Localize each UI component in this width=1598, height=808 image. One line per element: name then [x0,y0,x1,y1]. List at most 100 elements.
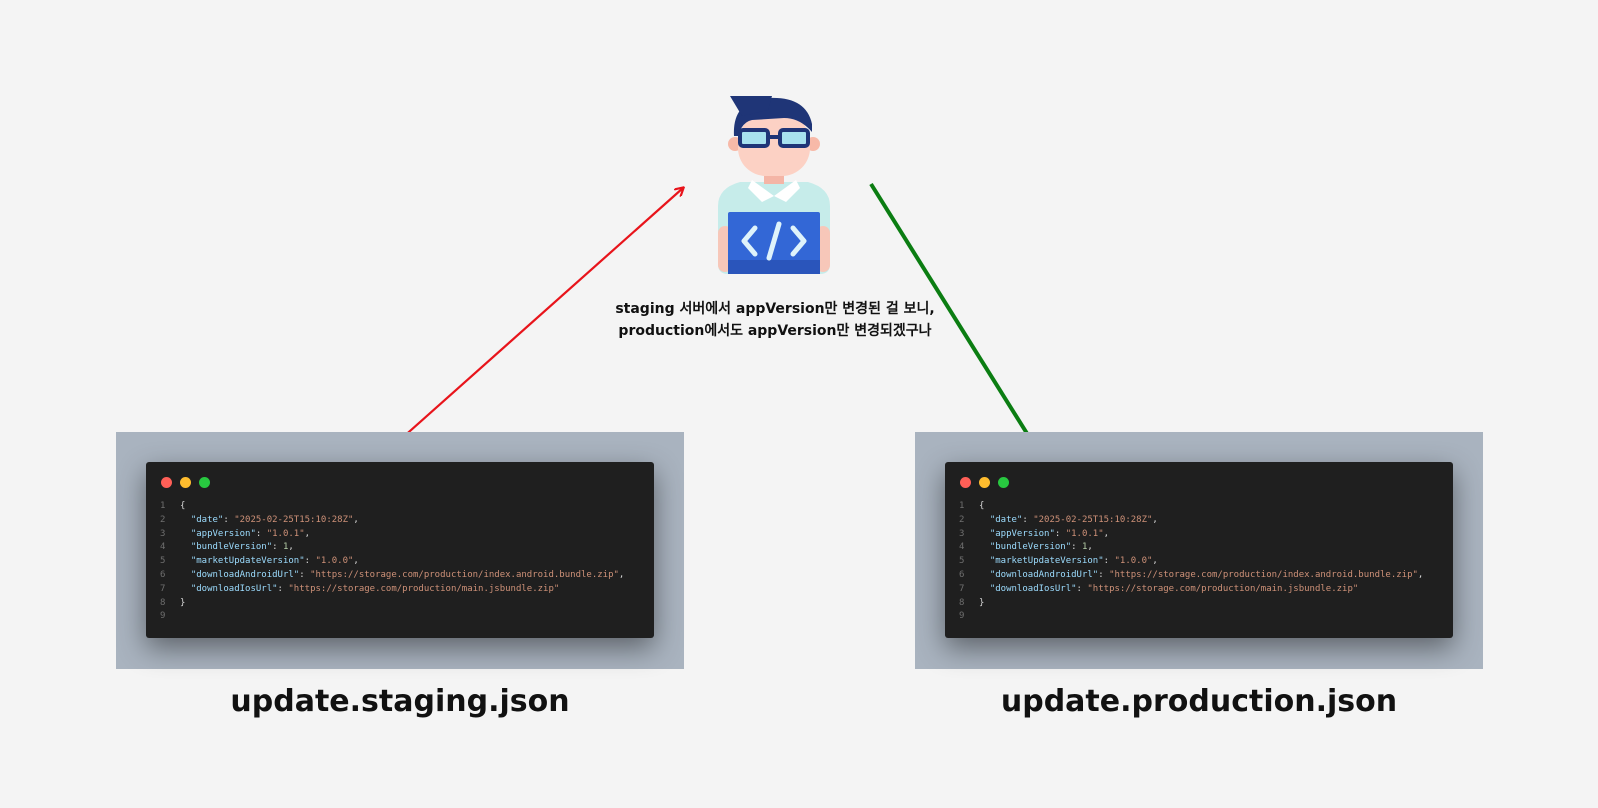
json-separator: : [299,569,311,580]
maximize-dot-icon [998,477,1009,488]
json-separator: : [1103,556,1115,567]
json-comma: , [1152,514,1158,525]
json-key: "appVersion" [989,528,1055,539]
code-line: 1{ [160,500,646,514]
json-comma: , [1417,569,1424,580]
line-number: 2 [959,514,965,525]
code-brace: } [979,597,985,608]
json-value: "2025-02-25T15:10:28Z" [234,514,354,525]
staging-code-panel: 1{2 "date": "2025-02-25T15:10:28Z", 3 "ap… [116,432,684,669]
code-line: 5 "marketUpdateVersion": "1.0.0", [959,555,1445,569]
line-number: 4 [160,542,166,553]
caption-line-2: production에서도 appVersion만 변경되겠구나 [618,323,932,339]
json-key: "downloadAndroidUrl" [989,569,1099,580]
json-comma: , [304,528,311,539]
line-number: 8 [959,597,965,608]
json-comma: , [1152,556,1158,567]
json-value: "1.0.0" [1114,556,1153,567]
window-controls [161,477,210,488]
close-dot-icon [161,477,172,488]
minimize-dot-icon [979,477,990,488]
code-line: 1{ [959,500,1445,514]
code-line: 5 "marketUpdateVersion": "1.0.0", [160,555,646,569]
code-line: 3 "appVersion": "1.0.1", [959,528,1445,542]
json-key: "bundleVersion" [190,542,273,553]
json-key: "downloadIosUrl" [989,583,1077,594]
json-comma: , [618,569,625,580]
json-comma: , [1087,542,1093,553]
json-comma: , [288,542,294,553]
json-value: "1.0.1" [266,528,305,539]
production-code-panel: 1{2 "date": "2025-02-25T15:10:28Z", 3 "ap… [915,432,1483,669]
json-key: "marketUpdateVersion" [190,556,305,567]
code-line: 7 "downloadIosUrl": "https://storage.com… [959,583,1445,597]
developer-thought-caption: staging 서버에서 appVersion만 변경된 걸 보니, produ… [575,298,975,342]
code-line: 6 "downloadAndroidUrl": "https://storage… [160,569,646,583]
json-separator: : [272,542,283,553]
json-value: "1.0.1" [1065,528,1104,539]
code-brace: } [180,597,186,608]
json-separator: : [223,514,235,525]
minimize-dot-icon [180,477,191,488]
code-line: 9 [959,610,1445,624]
caption-line-1: staging 서버에서 appVersion만 변경된 걸 보니, [615,301,935,317]
json-key: "appVersion" [190,528,256,539]
production-code-block: 1{2 "date": "2025-02-25T15:10:28Z", 3 "ap… [959,500,1445,624]
json-separator: : [1054,528,1066,539]
code-line: 8} [160,597,646,611]
code-line: 3 "appVersion": "1.0.1", [160,528,646,542]
line-number: 3 [160,528,166,539]
json-value: "2025-02-25T15:10:28Z" [1033,514,1153,525]
line-number: 1 [160,501,166,511]
window-controls [960,477,1009,488]
json-separator: : [1022,514,1034,525]
json-value: "https://storage.com/production/main.jsb… [288,583,560,594]
line-number: 4 [959,542,965,553]
json-value: "https://storage.com/production/index.an… [1109,569,1418,580]
line-number: 6 [959,569,965,580]
json-separator: : [1071,542,1082,553]
line-number: 8 [160,597,166,608]
json-comma: , [1103,528,1110,539]
json-key: "date" [190,514,224,525]
line-number: 5 [160,556,166,567]
json-value: "https://storage.com/production/main.jsb… [1087,583,1359,594]
json-key: "downloadAndroidUrl" [190,569,300,580]
staging-code-block: 1{2 "date": "2025-02-25T15:10:28Z", 3 "ap… [160,500,646,624]
code-line: 4 "bundleVersion": 1, [160,541,646,555]
line-number: 3 [959,528,965,539]
json-comma: , [353,514,359,525]
json-comma: , [353,556,359,567]
json-value: "https://storage.com/production/index.an… [310,569,619,580]
line-number: 9 [160,611,166,622]
staging-code-window: 1{2 "date": "2025-02-25T15:10:28Z", 3 "ap… [146,462,654,638]
code-line: 8} [959,597,1445,611]
production-code-window: 1{2 "date": "2025-02-25T15:10:28Z", 3 "ap… [945,462,1453,638]
json-separator: : [1076,583,1088,594]
maximize-dot-icon [199,477,210,488]
json-separator: : [304,556,316,567]
close-dot-icon [960,477,971,488]
code-line: 2 "date": "2025-02-25T15:10:28Z", [959,514,1445,528]
developer-coding-icon [718,96,830,274]
line-number: 5 [959,556,965,567]
code-line: 2 "date": "2025-02-25T15:10:28Z", [160,514,646,528]
json-key: "marketUpdateVersion" [989,556,1104,567]
code-line: 4 "bundleVersion": 1, [959,541,1445,555]
code-line: 7 "downloadIosUrl": "https://storage.com… [160,583,646,597]
json-key: "date" [989,514,1023,525]
line-number: 2 [160,514,166,525]
production-file-title: update.production.json [1000,684,1398,719]
json-value: "1.0.0" [315,556,354,567]
json-separator: : [277,583,289,594]
line-number: 7 [959,583,965,594]
code-line: 9 [160,610,646,624]
staging-file-title: update.staging.json [230,684,570,719]
line-number: 7 [160,583,166,594]
code-brace: { [979,501,985,511]
line-number: 1 [959,501,965,511]
json-separator: : [255,528,267,539]
json-key: "downloadIosUrl" [190,583,278,594]
json-key: "bundleVersion" [989,542,1072,553]
line-number: 6 [160,569,166,580]
